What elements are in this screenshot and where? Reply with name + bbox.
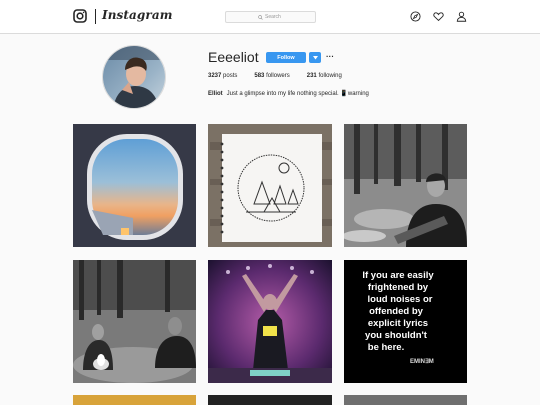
- instagram-wordmark[interactable]: Instagram: [102, 8, 173, 22]
- svg-text:If you are easily: If you are easily: [362, 270, 434, 281]
- post-tile-partial-3[interactable]: [344, 395, 467, 405]
- post-tile-partial-1[interactable]: [73, 395, 196, 405]
- top-nav: Instagram: [0, 0, 540, 34]
- more-options-button[interactable]: ···: [326, 53, 334, 61]
- svg-text:you shouldn't: you shouldn't: [365, 330, 428, 341]
- profile-username: Eeeeliot: [208, 49, 259, 65]
- post-tile-partial-2[interactable]: [208, 395, 332, 405]
- bio-text: Just a glimpse into my life nothing spec…: [226, 91, 369, 97]
- search-icon: [258, 14, 263, 20]
- profile-full-name: Elliot: [208, 91, 223, 97]
- post-photo: [344, 124, 467, 247]
- suggestions-dropdown-button[interactable]: [309, 52, 321, 63]
- caret-down-icon: [312, 55, 318, 59]
- post-photo: [208, 260, 332, 383]
- post-tile-campfire[interactable]: [73, 260, 196, 383]
- svg-text:offended by: offended by: [369, 306, 424, 317]
- following-label: following: [318, 73, 342, 79]
- heart-icon[interactable]: [433, 11, 444, 22]
- posts-count: 3237: [208, 73, 222, 79]
- post-photo: [73, 260, 196, 383]
- post-photo: [73, 124, 196, 247]
- post-tile-concert[interactable]: [208, 260, 332, 383]
- followers-count: 583: [254, 73, 265, 79]
- post-photo: [208, 124, 332, 247]
- posts-stat: 3237 posts: [208, 73, 237, 79]
- post-photo: If you are easily frightened by loud noi…: [344, 260, 467, 383]
- compass-icon[interactable]: [410, 11, 421, 22]
- post-tile-eminem-note[interactable]: If you are easily frightened by loud noi…: [344, 260, 467, 383]
- search-box[interactable]: [225, 11, 316, 23]
- search-input[interactable]: [265, 14, 283, 20]
- following-count: 231: [306, 73, 317, 79]
- avatar[interactable]: [102, 45, 166, 109]
- posts-label: posts: [223, 73, 238, 79]
- followers-stat[interactable]: 583 followers: [254, 73, 289, 79]
- avatar-photo: [103, 46, 165, 108]
- instagram-logo-icon[interactable]: [73, 9, 87, 23]
- nav-divider: [95, 9, 96, 24]
- post-tile-sketchbook[interactable]: [208, 124, 332, 247]
- followers-label: followers: [266, 73, 290, 79]
- profile-bio: Elliot Just a glimpse into my life nothin…: [208, 90, 369, 97]
- svg-text:EMIN∃M: EMIN∃M: [410, 358, 434, 365]
- svg-text:explicit lyrics: explicit lyrics: [368, 318, 428, 329]
- person-icon[interactable]: [456, 11, 467, 22]
- profile-stats: 3237 posts 583 followers 231 following: [208, 73, 359, 79]
- post-tile-airplane-window[interactable]: [73, 124, 196, 247]
- follow-button[interactable]: Follow: [266, 52, 306, 63]
- svg-text:be here.: be here.: [368, 342, 404, 353]
- svg-text:frightened by: frightened by: [368, 282, 429, 293]
- post-tile-guitar[interactable]: [344, 124, 467, 247]
- following-stat[interactable]: 231 following: [307, 73, 342, 79]
- svg-text:loud noises or: loud noises or: [368, 294, 433, 305]
